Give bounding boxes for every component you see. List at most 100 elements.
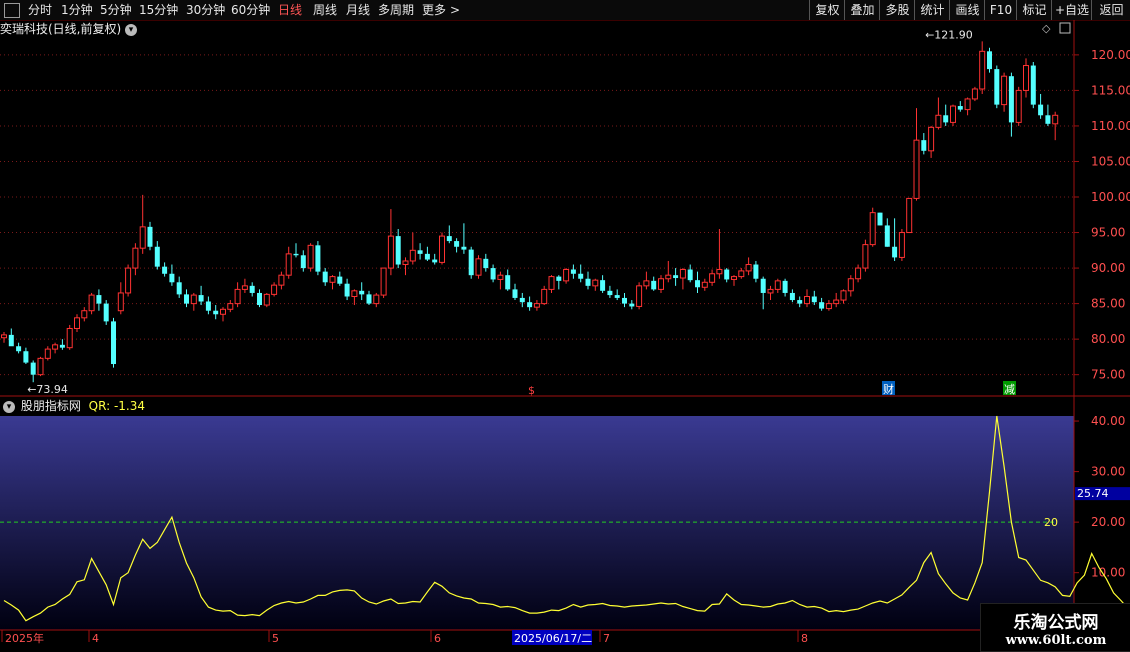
candle-body-29 [213,310,219,315]
candle-body-131 [957,106,963,110]
candle-body-114 [833,299,840,305]
toolbar-button-3[interactable]: 统计 [914,0,950,20]
candle-body-140 [1023,65,1029,91]
toolbar-button-8[interactable]: 返回 [1091,0,1130,20]
candle-body-9 [66,327,73,349]
candle-body-92 [673,275,679,279]
candle-body-63 [461,246,467,250]
candle-body-41 [300,255,306,269]
period-tab-8[interactable]: 月线 [346,2,370,18]
candle-body-46 [337,276,343,284]
candle-body-50 [366,294,372,304]
candle-body-43 [315,245,321,272]
candle-body-83 [607,290,613,296]
candle-body-4 [30,362,36,375]
candle-body-37 [271,284,278,295]
chevron-down-icon[interactable]: ▾ [3,400,15,413]
period-tab-10[interactable]: 更多 [422,2,446,18]
candle-body-80 [585,278,591,286]
candle-body-112 [819,302,825,309]
price-tick-label-9: 120.00 [1091,48,1130,62]
candle-body-14 [103,303,109,322]
period-tab-9[interactable]: 多周期 [378,2,414,18]
candle-body-107 [782,280,788,293]
toolbar-button-5[interactable]: F10 [984,0,1017,20]
candle-body-75 [548,276,555,290]
candle-body-68 [497,274,504,280]
toolbar-button-7[interactable]: +自选 [1051,0,1092,20]
candle-body-126 [921,140,927,151]
price-annotation-1: ←121.90 [925,28,973,41]
candle-body-47 [344,283,350,297]
candle-body-17 [125,267,132,294]
time-label-0: 2025年 [5,631,44,645]
candle-body-135 [987,51,992,70]
candle-body-73 [533,303,540,308]
period-tab-2[interactable]: 5分钟 [100,2,132,18]
candle-body-10 [74,317,80,329]
candle-body-23 [169,273,175,283]
period-tab-4[interactable]: 30分钟 [186,2,225,18]
toolbar-button-0[interactable]: 复权 [809,0,845,20]
candle-body-139 [1015,89,1022,123]
toolbar-button-4[interactable]: 画线 [949,0,985,20]
candle-body-134 [979,50,986,90]
candle-body-113 [825,303,832,310]
candle-body-128 [935,114,942,128]
watermark-logo: 乐淘公式网 www.60lt.com [980,603,1130,652]
candle-body-121 [884,225,890,247]
price-tick-label-0: 75.00 [1091,368,1125,382]
candle-body-2 [16,346,22,352]
candle-body-56 [409,249,416,262]
candle-body-123 [898,232,905,258]
period-tab-5[interactable]: 60分钟 [231,2,270,18]
candle-body-138 [1008,76,1014,123]
indicator-name: 股朋指标网 [20,399,81,413]
candle-body-89 [651,280,657,290]
candle-body-79 [578,273,584,279]
period-toolbar: 分时 1分钟 5分钟 15分钟 30分钟 60分钟 日线 周线 月线 多周期 更多 > 复权 叠加 多股 统计… [0,0,1130,21]
toolbar-button-2[interactable]: 多股 [879,0,915,20]
watermark-line2: www.60lt.com [1005,633,1107,648]
candle-body-20 [147,226,153,247]
candle-body-57 [417,250,423,254]
candle-body-39 [285,253,292,276]
candle-body-71 [519,297,525,303]
candle-body-58 [424,253,430,260]
price-annotation-0: ←73.94 [27,383,68,396]
scroll-toggle-icon [1059,22,1071,34]
candle-body-130 [950,105,956,123]
candle-body-111 [811,296,817,303]
period-tab-6[interactable]: 日线 [278,2,302,18]
indicator-background [0,416,1074,630]
candle-body-82 [600,280,606,291]
period-tab-3[interactable]: 15分钟 [139,2,178,18]
toolbar-button-1[interactable]: 叠加 [844,0,880,20]
candle-body-84 [614,295,620,298]
highlighted-date: 2025/06/17/二 [514,632,592,645]
candle-body-67 [490,268,496,280]
toolbar-button-6[interactable]: 标记 [1016,0,1052,20]
candle-body-124 [906,197,913,234]
candle-body-18 [132,247,139,269]
time-label-3: 6 [434,632,441,645]
candle-body-86 [629,303,635,307]
time-label-4: 7 [603,632,610,645]
candle-body-61 [446,236,452,242]
period-tab-7[interactable]: 周线 [313,2,337,18]
chevron-down-icon[interactable]: ▾ [125,23,138,36]
candle-body-144 [1052,114,1059,125]
period-tab-0[interactable]: 分时 [28,2,52,18]
candle-body-49 [359,290,365,295]
candle-body-99 [724,269,730,280]
layout-grid-icon[interactable] [4,3,20,18]
chevron-right-icon[interactable]: > [450,2,460,18]
candle-body-137 [1001,75,1008,106]
period-tab-1[interactable]: 1分钟 [61,2,93,18]
candle-body-1 [8,334,14,347]
candle-body-106 [774,280,781,290]
candle-body-36 [263,293,270,306]
candle-body-81 [592,279,599,287]
stock-title: 奕瑞科技(日线,前复权) [0,22,122,36]
indicator-title-row: ▾ 股朋指标网 QR: -1.34 [0,398,145,414]
